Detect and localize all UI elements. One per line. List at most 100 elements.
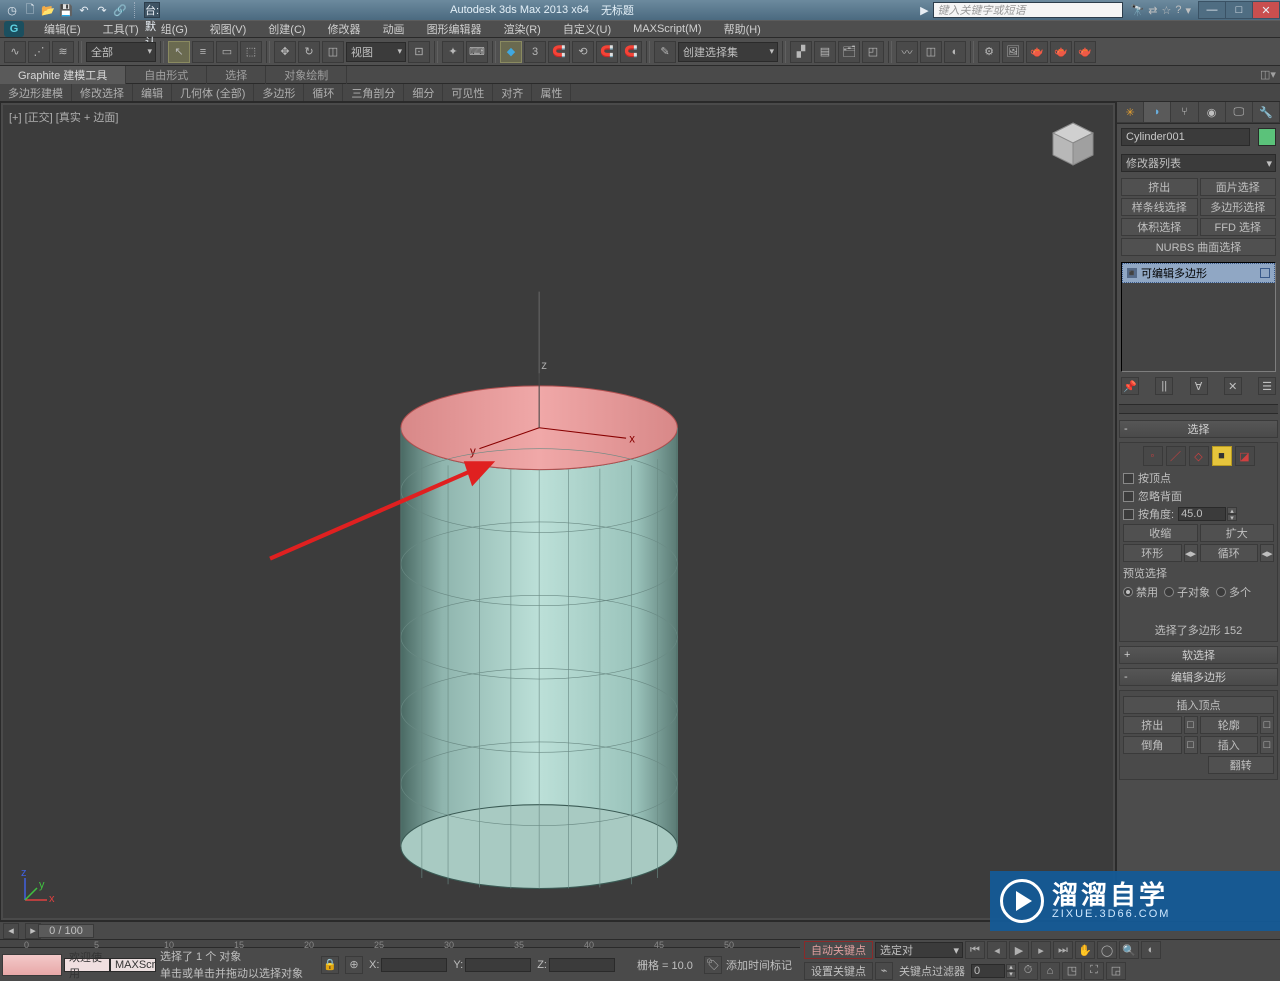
nav-other-icon[interactable]: ◲ <box>1106 962 1126 980</box>
object-color-swatch[interactable] <box>1258 128 1276 146</box>
snap-toggle-icon[interactable]: ◆ <box>500 41 522 63</box>
unlink-icon[interactable]: ⋰ <box>28 41 50 63</box>
stack-remove-icon[interactable]: ✕ <box>1224 377 1242 395</box>
redo-icon[interactable]: ↷ <box>94 2 110 18</box>
percent-snap-icon[interactable]: 🧲 <box>548 41 570 63</box>
snap-4-icon[interactable]: 🧲 <box>596 41 618 63</box>
render-frame-icon[interactable]: 🖼 <box>1002 41 1024 63</box>
select-name-icon[interactable]: ≡ <box>192 41 214 63</box>
btn-inset-opt[interactable]: □ <box>1260 736 1274 754</box>
goto-start-icon[interactable]: ⏮ <box>965 941 985 959</box>
pivot-icon[interactable]: ⊡ <box>408 41 430 63</box>
btn-loop-spin[interactable]: ◂▸ <box>1260 544 1274 562</box>
btn-extrude[interactable]: 挤出 <box>1123 716 1182 734</box>
ref-coord-combo[interactable]: 视图 <box>346 42 406 62</box>
new-icon[interactable]: 🗋 <box>22 2 38 18</box>
btn-inset[interactable]: 插入 <box>1200 736 1259 754</box>
play-icon[interactable]: ▶ <box>1009 941 1029 959</box>
coord-x-input[interactable] <box>381 958 447 972</box>
rollout-softsel-header[interactable]: +软选择 <box>1119 646 1278 664</box>
link-icon[interactable]: 🔗 <box>112 2 128 18</box>
open-icon[interactable]: 📂 <box>40 2 56 18</box>
search-arrow-icon[interactable]: ▶ <box>920 4 928 17</box>
btn-extrude-opt[interactable]: □ <box>1184 716 1198 734</box>
radio-preview-sub[interactable]: 子对象 <box>1164 584 1210 600</box>
btn-loop[interactable]: 循环 <box>1200 544 1259 562</box>
radio-preview-multi[interactable]: 多个 <box>1216 584 1251 600</box>
angle-snap-icon[interactable]: 3 <box>524 41 546 63</box>
ribbon-tab-selection[interactable]: 选择 <box>207 66 266 84</box>
sub-geom[interactable]: 几何体 (全部) <box>172 84 254 101</box>
cmd-create-icon[interactable]: ✳ <box>1116 102 1144 123</box>
btn-grow[interactable]: 扩大 <box>1200 524 1275 542</box>
stack-item-editable-poly[interactable]: ◾ 可编辑多边形 <box>1122 263 1275 283</box>
btn-outline[interactable]: 轮廓 <box>1200 716 1259 734</box>
nav-zoomext-icon[interactable]: ⌂ <box>1040 962 1060 980</box>
stack-config-icon[interactable]: ☰ <box>1258 377 1276 395</box>
move-icon[interactable]: ✥ <box>274 41 296 63</box>
curve-editor-icon[interactable]: 〰 <box>896 41 918 63</box>
render-iter-icon[interactable]: 🫖 <box>1074 41 1096 63</box>
select-link-icon[interactable]: ∿ <box>4 41 26 63</box>
radio-preview-off[interactable]: 禁用 <box>1123 584 1158 600</box>
app-icon[interactable]: ◷ <box>4 2 20 18</box>
sub-modify-sel[interactable]: 修改选择 <box>72 84 133 101</box>
frame-down[interactable]: ▾ <box>1006 971 1016 978</box>
sub-subdiv[interactable]: 细分 <box>404 84 443 101</box>
mod-btn-patch-sel[interactable]: 面片选择 <box>1200 178 1277 196</box>
select-object-icon[interactable]: ↖ <box>168 41 190 63</box>
spinner-snap-icon[interactable]: ⟲ <box>572 41 594 63</box>
add-timetag-label[interactable]: 添加时间标记 <box>726 957 792 973</box>
sub-align[interactable]: 对齐 <box>493 84 532 101</box>
minimize-button[interactable]: — <box>1198 1 1226 19</box>
modifier-stack[interactable]: ◾ 可编辑多边形 <box>1121 262 1276 372</box>
maxscript-mini[interactable]: MAXScr <box>110 958 156 972</box>
viewcube-gizmo[interactable] <box>1045 117 1101 173</box>
max-logo-icon[interactable]: G <box>4 21 24 37</box>
mod-btn-spline-sel[interactable]: 样条线选择 <box>1121 198 1198 216</box>
stack-pin-icon[interactable]: 📌 <box>1121 377 1139 395</box>
subsel-polygon-icon[interactable]: ■ <box>1212 446 1232 466</box>
time-toggle-icon[interactable]: ◂ <box>3 923 19 939</box>
ribbon-collapse-icon[interactable]: ◫▾ <box>1256 66 1280 83</box>
snap-5-icon[interactable]: 🧲 <box>620 41 642 63</box>
sub-props[interactable]: 属性 <box>532 84 571 101</box>
subsel-border-icon[interactable]: ◇ <box>1189 446 1209 466</box>
goto-end-icon[interactable]: ⏭ <box>1053 941 1073 959</box>
sub-tri[interactable]: 三角剖分 <box>343 84 404 101</box>
save-icon[interactable]: 💾 <box>58 2 74 18</box>
sub-vis[interactable]: 可见性 <box>443 84 493 101</box>
sel-filter-combo[interactable]: 选定对 <box>875 942 963 958</box>
btn-ring[interactable]: 环形 <box>1123 544 1182 562</box>
btn-outline-opt[interactable]: □ <box>1260 716 1274 734</box>
menu-create[interactable]: 创建(C) <box>258 21 315 37</box>
next-frame-icon[interactable]: ▸ <box>1031 941 1051 959</box>
sub-poly[interactable]: 多边形 <box>254 84 304 101</box>
manipulate-icon[interactable]: ✦ <box>442 41 464 63</box>
angle-down[interactable]: ▾ <box>1227 514 1237 521</box>
graphite-toggle-icon[interactable]: ◰ <box>862 41 884 63</box>
track-ruler[interactable]: 0 5 10 15 20 25 30 35 40 45 50 <box>0 940 800 948</box>
layers-icon[interactable]: 🗂 <box>838 41 860 63</box>
keyboard-icon[interactable]: ⌨ <box>466 41 488 63</box>
stack-expand-icon[interactable]: ◾ <box>1127 268 1137 278</box>
cmd-modify-icon[interactable]: ◗ <box>1143 102 1171 123</box>
time-config-icon[interactable]: ⏱ <box>1018 962 1038 980</box>
binoculars-icon[interactable]: 🔭 <box>1131 4 1145 17</box>
menu-tools[interactable]: 工具(T) <box>93 21 149 37</box>
exchange-icon[interactable]: ⇄ <box>1148 4 1157 17</box>
stack-show-icon[interactable]: || <box>1155 377 1173 395</box>
coord-y-input[interactable] <box>465 958 531 972</box>
subsel-vertex-icon[interactable]: ◦ <box>1143 446 1163 466</box>
nav-fov-icon[interactable]: ◐ <box>1141 941 1161 959</box>
menu-group[interactable]: 组(G) <box>151 21 198 37</box>
btn-bevel-opt[interactable]: □ <box>1184 736 1198 754</box>
rollout-editpoly-header[interactable]: -编辑多边形 <box>1119 668 1278 686</box>
subsel-element-icon[interactable]: ◪ <box>1235 446 1255 466</box>
setkey-button[interactable]: 设置关键点 <box>804 962 873 980</box>
chk-ignore-back[interactable] <box>1123 491 1134 502</box>
mirror-icon[interactable]: ▞ <box>790 41 812 63</box>
rotate-icon[interactable]: ↻ <box>298 41 320 63</box>
stack-vis-icon[interactable] <box>1260 268 1270 278</box>
sub-polymodel[interactable]: 多边形建模 <box>0 84 72 101</box>
